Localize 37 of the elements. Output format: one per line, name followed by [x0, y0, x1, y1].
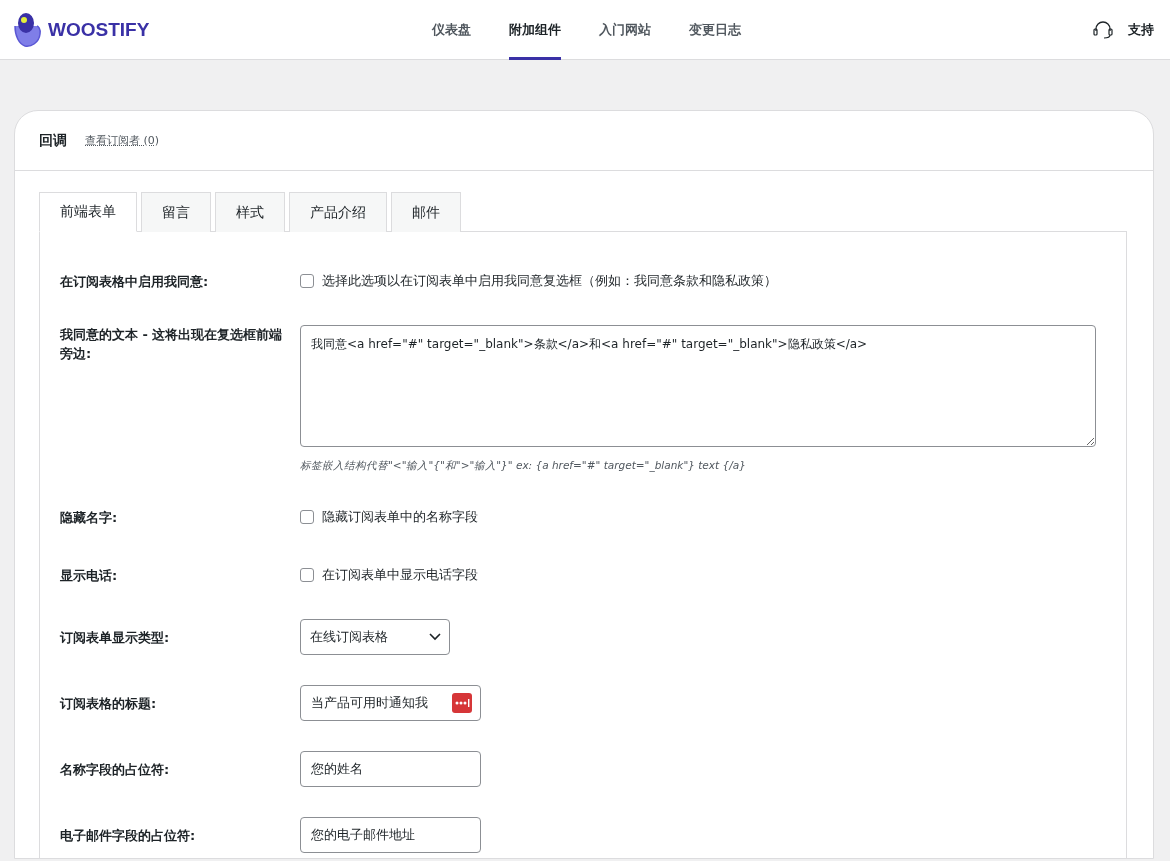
brand-name: WOOSTIFY	[48, 18, 150, 41]
view-subscribers-link[interactable]: 查看订阅者 (0)	[85, 133, 160, 148]
nav-tab[interactable]: 附加组件	[509, 0, 561, 60]
setting-label: 在订阅表格中启用我同意:	[60, 272, 210, 291]
settings-tab[interactable]: 留言	[141, 192, 211, 232]
setting-label: 显示电话:	[60, 566, 119, 585]
setting-label: 订阅表格的标题:	[60, 694, 158, 713]
field-hint: 标签嵌入结构代替"<"输入"{"和">"输入"}" ex: {a href="#" target="_blank"} text {/a}	[300, 459, 747, 473]
nav-tab[interactable]: 仪表盘	[432, 0, 471, 60]
nav-tab[interactable]: 变更日志	[689, 0, 741, 60]
settings-tab[interactable]: 产品介绍	[289, 192, 387, 232]
setting-label: 电子邮件字段的占位符:	[60, 826, 197, 845]
setting-label: 隐藏名字:	[60, 508, 119, 527]
settings-tab[interactable]: 前端表单	[39, 192, 137, 232]
headset-icon	[1092, 19, 1114, 40]
support-link[interactable]: 支持	[1092, 19, 1154, 40]
nav-tab[interactable]: 入门网站	[599, 0, 651, 60]
text-field[interactable]: 您的姓名	[300, 751, 481, 787]
setting-label: 我同意的文本 - 这将出现在复选框前端旁边:	[60, 326, 284, 363]
text-area[interactable]: 我同意<a href="#" target="_blank">条款</a>和<a href="#" target="_blank">隐私政策</a>	[300, 325, 1096, 447]
settings-tab[interactable]: 样式	[215, 192, 285, 232]
logo-icon	[12, 11, 44, 48]
checkbox[interactable]	[300, 510, 314, 524]
checkbox-label: 隐藏订阅表单中的名称字段	[322, 508, 478, 526]
checkbox[interactable]	[300, 568, 314, 582]
checkbox[interactable]	[300, 274, 314, 288]
setting-label: 名称字段的占位符:	[60, 760, 171, 779]
checkbox-label: 选择此选项以在订阅表单中启用我同意复选框（例如：我同意条款和隐私政策）	[322, 272, 777, 290]
card-title: 回调	[39, 131, 67, 150]
setting-label: 订阅表单显示类型:	[60, 628, 171, 647]
display-type-select[interactable]: 在线订阅表格	[300, 619, 450, 655]
settings-tab[interactable]: 邮件	[391, 192, 461, 232]
text-field[interactable]: 您的电子邮件地址	[300, 817, 481, 853]
text-field[interactable]: 当产品可用时通知我	[300, 685, 481, 721]
checkbox-label: 在订阅表单中显示电话字段	[322, 566, 478, 584]
chevron-down-icon	[429, 633, 441, 641]
password-manager-icon[interactable]	[452, 693, 472, 713]
